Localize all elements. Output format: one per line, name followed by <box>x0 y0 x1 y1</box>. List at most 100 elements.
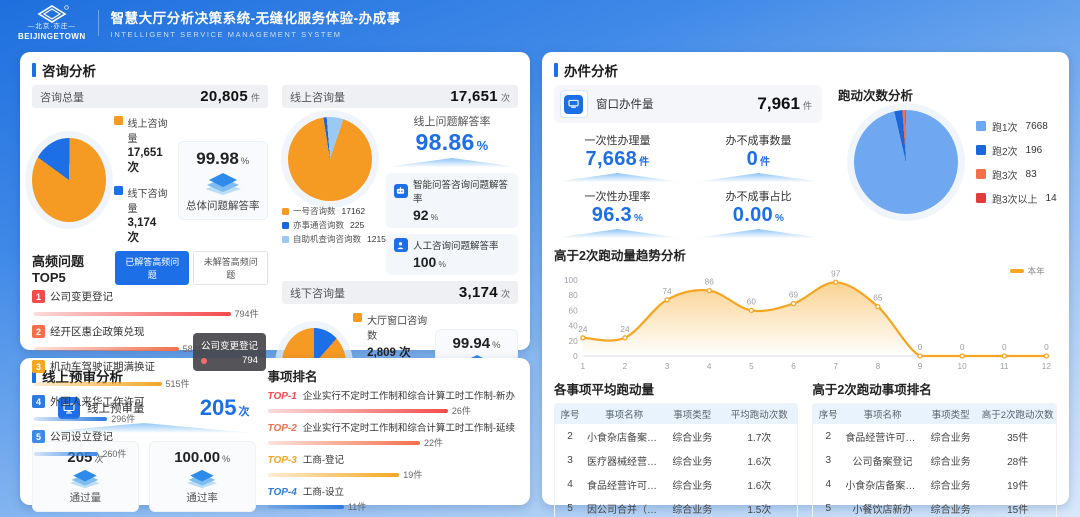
logo: —北京·亦庄— BEIJINGETOWN <box>18 5 86 41</box>
top5-bar <box>34 382 162 386</box>
handling-panel-title: 办件分析 <box>554 60 1057 80</box>
legend-value: 3,174 次 <box>128 217 170 245</box>
window-volume-bar: 窗口办件量 7,961件 <box>554 85 822 123</box>
stat-once-rate: 一次性办理率 96.3% <box>554 188 681 238</box>
svg-text:4: 4 <box>707 362 712 371</box>
legend-value: 83 <box>1026 169 1037 180</box>
svg-text:2: 2 <box>623 362 628 371</box>
legend-value: 225 <box>350 220 364 230</box>
legend-item: 自助机查询咨询数1215 <box>282 233 378 245</box>
svg-text:65: 65 <box>873 294 883 303</box>
online-header-bar: 线上咨询量 17,651次 <box>282 85 518 108</box>
table-cell: 1.6次 <box>721 477 797 492</box>
tab-answered-questions[interactable]: 已解答高频问题 <box>115 251 189 285</box>
ranking-chart[interactable]: TOP-1企业实行不定时工作制和综合计算工时工作制-新办26件 TOP-2企业实行… <box>268 388 518 517</box>
trend-legend-label: 本年 <box>1028 265 1045 277</box>
legend-label: 跑2次 <box>992 143 1018 158</box>
avg-table-title: 各事项平均跑动量 <box>554 379 798 398</box>
online-label: 线上咨询量 <box>290 89 345 105</box>
smart-qa-icon <box>394 184 408 198</box>
legend-label: 线下咨询量 <box>128 185 170 215</box>
handling-stats-grid: 一次性办理量 7,668件 办不成事数量 0件 一次性办理率 96.3% <box>554 132 822 238</box>
total-pie-chart[interactable] <box>32 138 106 222</box>
top5-bar <box>34 417 107 421</box>
top5-item-name: 机动车驾驶证期满换证 <box>50 359 155 374</box>
avg-run-table[interactable]: 序号事项名称事项类型平均跑动次数2小食杂店备案新办综合业务1.7次3医疗器械经营… <box>554 403 798 517</box>
ranking-column: 事项排名 TOP-1企业实行不定时工作制和综合计算工时工作制-新办26件TOP-… <box>268 366 518 497</box>
table-cell: 5 <box>555 503 585 514</box>
legend-item: 大厅窗口咨询数2,809 次 <box>353 312 428 360</box>
ranking-row: TOP-2企业实行不定时工作制和综合计算工时工作制-延续22件 <box>268 420 518 449</box>
legend-swatch <box>976 169 986 179</box>
legend-value: 17,651 次 <box>128 147 170 175</box>
logo-text-cn: —北京·亦庄— <box>28 24 76 31</box>
logo-text-en: BEIJINGETOWN <box>18 33 86 41</box>
total-header-bar: 咨询总量 20,805件 <box>32 85 268 108</box>
ranking-row: TOP-1企业实行不定时工作制和综合计算工时工作制-新办26件 <box>268 388 518 417</box>
table-cell: 1.7次 <box>721 429 797 444</box>
rank-run-table-section: 高于2次跑动事项排名 序号事项名称事项类型高于2次跑动次数2食品经营许可新办综合… <box>812 379 1056 517</box>
top5-header: 高频问题TOP5 已解答高频问题 未解答高频问题 <box>32 251 268 285</box>
svg-text:11: 11 <box>1000 362 1009 371</box>
table-cell: 小食杂店备案新办 <box>585 429 663 444</box>
svg-text:0: 0 <box>1002 343 1007 352</box>
svg-text:40: 40 <box>568 322 578 331</box>
consult-total-column: 咨询总量 20,805件 线上咨询量17,651 次线下咨询量3,174 次 9… <box>32 85 268 460</box>
legend-swatch <box>976 121 986 131</box>
table-cell: 综合业务 <box>663 477 721 492</box>
ranking-item-name: 工商-登记 <box>303 452 344 466</box>
online-rate-title: 线上问题解答率 <box>386 113 518 129</box>
ranking-item-name: 企业实行不定时工作制和综合计算工时工作制-新办 <box>303 388 515 402</box>
top5-title: 高频问题TOP5 <box>32 251 115 285</box>
legend-pill-icon <box>1010 269 1024 273</box>
top5-item-name: 外国人来华工作许可 <box>50 394 145 409</box>
top5-chart[interactable]: 1公司变更登记794件2经开区惠企政策兑现584件3机动车驾驶证期满换证515件… <box>32 289 268 460</box>
top5-bar-value: 794件 <box>235 307 259 320</box>
table-header-row: 序号事项名称事项类型高于2次跑动次数 <box>813 404 1055 424</box>
rank-table-title: 高于2次跑动事项排名 <box>812 379 1056 398</box>
svg-text:60: 60 <box>568 307 578 316</box>
trend-line-chart[interactable]: 0204060801001234567891011122424748660699… <box>554 264 1057 377</box>
offline-value: 3,174次 <box>459 284 510 301</box>
top5-list: 1公司变更登记794件2经开区惠企政策兑现584件3机动车驾驶证期满换证515件… <box>32 289 268 460</box>
rank-badge: 1 <box>32 290 45 303</box>
rank-run-table[interactable]: 序号事项名称事项类型高于2次跑动次数2食品经营许可新办综合业务35件3公司备案登… <box>812 403 1056 517</box>
offline-rate-value: 99.94% <box>439 335 514 352</box>
run-count-pie-chart[interactable] <box>854 110 958 214</box>
legend-item: 跑2次196 <box>976 143 1057 158</box>
table-cell: 1.6次 <box>721 453 797 468</box>
ranking-bar <box>268 441 421 445</box>
table-header-cell: 事项名称 <box>843 407 921 421</box>
legend-value: 1215 <box>367 234 386 244</box>
online-pie-chart[interactable] <box>288 117 372 201</box>
table-row: 5因公司合并（分...综合业务1.5次 <box>555 496 797 517</box>
app-header: —北京·亦庄— BEIJINGETOWN 智慧大厅分析决策系统-无缝化服务体验-… <box>0 0 1080 46</box>
table-cell: 3 <box>555 455 585 466</box>
top5-bar-value: 260件 <box>102 447 126 460</box>
offline-label: 线下咨询量 <box>290 285 345 301</box>
svg-text:3: 3 <box>665 362 670 371</box>
table-row: 3医疗器械经营许...综合业务1.6次 <box>555 448 797 472</box>
online-rate-area: 线上问题解答率 98.86% 智能问答咨询问题解答率 92% <box>386 113 518 275</box>
legend-swatch <box>976 193 986 203</box>
legend-text: 线上咨询量17,651 次 <box>128 115 170 175</box>
top5-bar <box>34 312 231 316</box>
online-value: 17,651次 <box>450 88 510 105</box>
handling-stats-area: 窗口办件量 7,961件 一次性办理量 7,668件 办不成事数量 0件 <box>554 85 822 238</box>
table-header-cell: 平均跑动次数 <box>721 407 797 421</box>
table-cell: 综合业务 <box>663 453 721 468</box>
legend-item: 一号咨询数17162 <box>282 205 378 217</box>
svg-text:60: 60 <box>747 298 757 307</box>
svg-text:100: 100 <box>564 276 578 285</box>
left-column: 咨询分析 咨询总量 20,805件 线上咨询量17,651 次线下咨询量3,17… <box>20 52 530 507</box>
ranking-bar <box>268 409 448 413</box>
header-divider <box>98 10 99 36</box>
handling-panel: 办件分析 窗口办件量 7,961件 一次性办理量 7,668件 办不成事数量 <box>542 52 1069 505</box>
table-cell: 4 <box>555 479 585 490</box>
tab-unanswered-questions[interactable]: 未解答高频问题 <box>193 251 267 285</box>
legend-item: 亦事通咨询数225 <box>282 219 378 231</box>
tooltip-value: 794 <box>242 355 258 366</box>
ranking-bar-value: 22件 <box>424 436 443 449</box>
table-cell: 综合业务 <box>663 429 721 444</box>
chart-tooltip: 公司变更登记 794 <box>193 333 266 371</box>
